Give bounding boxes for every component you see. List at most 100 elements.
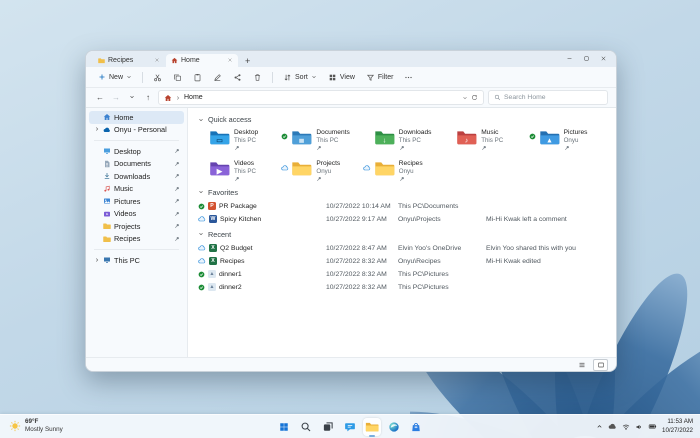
taskbar-store-button[interactable] [407, 418, 425, 436]
view-button[interactable]: View [324, 71, 359, 84]
quick-access-tile-downloads[interactable]: ↓ Downloads This PC [361, 127, 443, 153]
status-bar [86, 357, 616, 371]
tab-home[interactable]: Home [166, 54, 238, 67]
share-button[interactable] [229, 71, 246, 84]
filter-button-label: Filter [377, 73, 394, 81]
file-row-q2-budget[interactable]: X Q2 Budget 10/27/2022 8:47 AM Elvin Yoo… [196, 242, 608, 255]
filter-button[interactable]: Filter [362, 71, 398, 84]
chat-icon [344, 421, 356, 433]
file-row-dinner1[interactable]: ▲ dinner1 10/27/2022 8:32 AM This PC\Pic… [196, 268, 608, 281]
window-controls [561, 52, 612, 65]
monitor-icon [103, 147, 111, 155]
delete-button[interactable] [249, 71, 266, 84]
taskbar-search-button[interactable] [297, 418, 315, 436]
file-row-spicy-kitchen[interactable]: W Spicy Kitchen 10/27/2022 9:17 AM Onyu\… [196, 213, 608, 226]
back-button[interactable]: ← [94, 93, 106, 102]
view-button-label: View [339, 73, 355, 81]
forward-button[interactable]: → [110, 93, 122, 102]
cut-button[interactable] [149, 71, 166, 84]
battery-icon[interactable] [648, 422, 657, 431]
weather-widget[interactable]: 69°F Mostly Sunny [9, 418, 63, 434]
taskbar-task-view-button[interactable] [319, 418, 337, 436]
desktop-folder-icon: ▭ [210, 131, 230, 144]
recent-locations-button[interactable] [126, 93, 138, 102]
pin-icon [174, 223, 180, 229]
taskbar-edge-button[interactable] [385, 418, 403, 436]
tray-chevron-up-icon[interactable] [596, 423, 603, 430]
new-button[interactable]: New [94, 71, 136, 83]
file-explorer-icon [365, 422, 379, 431]
wifi-icon[interactable] [622, 423, 630, 431]
doc-icon [103, 160, 111, 168]
pictures-folder-icon: ▲ [539, 131, 559, 144]
sidebar-item-videos[interactable]: Videos [89, 208, 184, 221]
tile-location: This PC [481, 137, 504, 145]
sidebar-item-pictures[interactable]: Pictures [89, 195, 184, 208]
minimize-button[interactable] [561, 52, 578, 65]
taskbar-start-button[interactable] [275, 418, 293, 436]
sidebar-item-documents[interactable]: Documents [89, 158, 184, 171]
sun-icon [9, 420, 21, 432]
sidebar-item-projects[interactable]: Projects [89, 220, 184, 233]
sort-button[interactable]: Sort [279, 71, 321, 84]
sidebar-item-this-pc[interactable]: This PC [89, 254, 184, 267]
quick-access-tile-desktop[interactable]: ▭ Desktop This PC [196, 127, 278, 153]
quick-access-tile-documents[interactable]: ≣ Documents This PC [278, 127, 360, 153]
file-row-dinner2[interactable]: ▲ dinner2 10/27/2022 8:32 AM This PC\Pic… [196, 281, 608, 294]
refresh-icon[interactable] [471, 94, 478, 101]
paste-button[interactable] [189, 71, 206, 84]
file-location: This PC\Pictures [398, 283, 449, 291]
video-icon [103, 210, 111, 218]
chev-r-icon [94, 126, 100, 132]
taskbar-file-explorer-button[interactable] [363, 417, 381, 437]
file-row-recipes[interactable]: X Recipes 10/27/2022 8:32 AM Onyu\Recipe… [196, 255, 608, 268]
file-explorer-window: Recipes Home + New Sort View Filter ← → … [85, 50, 617, 372]
favorites-header[interactable]: Favorites [198, 188, 608, 197]
address-row: ← → ↑ Home Search Home [86, 88, 616, 108]
recent-header[interactable]: Recent [198, 230, 608, 239]
clock[interactable]: 11:53 AM 10/27/2022 [662, 418, 693, 434]
copy-button[interactable] [169, 71, 186, 84]
sidebar-item-music[interactable]: Music [89, 183, 184, 196]
up-button[interactable]: ↑ [142, 93, 154, 102]
maximize-button[interactable] [578, 52, 595, 65]
sidebar-item-home[interactable]: Home [89, 111, 184, 124]
more-options-button[interactable] [400, 71, 417, 84]
close-button[interactable] [595, 52, 612, 65]
sidebar-item-downloads[interactable]: Downloads [89, 170, 184, 183]
edge-icon [389, 421, 399, 432]
quick-access-header[interactable]: Quick access [198, 115, 608, 124]
sidebar-item-onyu-personal[interactable]: Onyu - Personal [89, 124, 184, 137]
folder-icon [103, 222, 111, 230]
quick-access-tile-videos[interactable]: ▶ Videos This PC [196, 158, 278, 184]
sidebar-item-label: Pictures [114, 196, 141, 206]
sidebar-item-label: Home [114, 112, 134, 122]
quick-access-tile-pictures[interactable]: ▲ Pictures Onyu [526, 127, 608, 153]
volume-icon[interactable] [635, 423, 643, 431]
sidebar-item-desktop[interactable]: Desktop [89, 145, 184, 158]
quick-access-tile-projects[interactable]: Projects Onyu [278, 158, 360, 184]
details-view-button[interactable] [575, 360, 588, 370]
tab-close-icon[interactable] [154, 57, 160, 65]
onedrive-tray-icon[interactable] [608, 422, 617, 431]
tab-close-icon[interactable] [227, 57, 233, 65]
tab-recipes[interactable]: Recipes [93, 54, 165, 67]
file-row-pr-package[interactable]: P PR Package 10/27/2022 10:14 AM This PC… [196, 200, 608, 213]
pin-icon [174, 173, 180, 179]
breadcrumb: Home [184, 94, 203, 101]
sidebar-item-recipes[interactable]: Recipes [89, 233, 184, 246]
address-bar[interactable]: Home [158, 90, 484, 105]
quick-access-tile-music[interactable]: ♪ Music This PC [443, 127, 525, 153]
address-dropdown-icon[interactable] [462, 95, 468, 101]
sidebar-item-label: Documents [114, 159, 151, 169]
thumbnail-view-button[interactable] [593, 358, 608, 371]
command-toolbar: New Sort View Filter [86, 67, 616, 88]
tile-location: This PC [234, 137, 257, 145]
taskbar-chat-button[interactable] [341, 418, 359, 436]
file-location: Onyu\Recipes [398, 257, 441, 265]
home-icon [103, 113, 111, 121]
quick-access-tile-recipes[interactable]: Recipes Onyu [361, 158, 443, 184]
new-tab-button[interactable]: + [239, 56, 256, 67]
search-input[interactable]: Search Home [488, 90, 608, 105]
rename-button[interactable] [209, 71, 226, 84]
